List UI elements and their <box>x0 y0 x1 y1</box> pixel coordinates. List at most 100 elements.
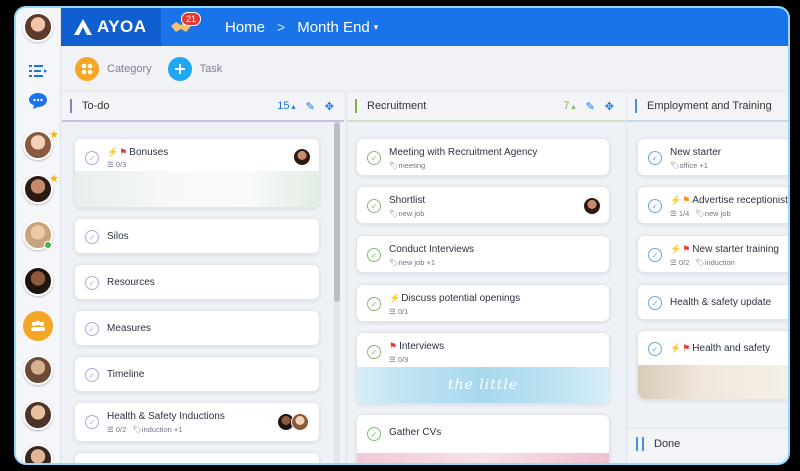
task-card[interactable]: ✓ Health & safety update <box>637 284 788 320</box>
flag-icon: ⚑ <box>682 343 691 353</box>
scrollbar-thumb[interactable] <box>334 122 340 302</box>
complete-checkbox[interactable]: ✓ <box>648 248 662 262</box>
task-card[interactable]: ✓ ⚡⚑ Advertise receptionist ☰ 1/4 🏷 new job <box>637 186 788 224</box>
contact-avatar[interactable] <box>23 266 53 296</box>
breadcrumb-board[interactable]: Month End <box>297 19 370 36</box>
task-card[interactable] <box>74 452 320 463</box>
task-card[interactable]: ✓ ⚡⚑ New starter training ☰ 0/2 🏷 induction <box>637 235 788 273</box>
list-view-icon[interactable] <box>23 56 53 86</box>
edit-icon[interactable]: ✎ <box>586 100 595 113</box>
sort-caret-icon[interactable]: ▴ <box>292 102 296 111</box>
checklist-count: 0/3 <box>115 160 127 169</box>
task-card[interactable]: ✓ ⚑ Interviews ☰ 0/3 the little <box>356 332 610 404</box>
task-card[interactable]: ✓ Gather CVs <box>356 414 610 463</box>
column-header: Recruitment 7 ▴ ✎ ✥ <box>347 92 626 122</box>
complete-checkbox[interactable]: ✓ <box>367 199 381 213</box>
app-window: ★ ★ AYOA 21 Home > Month End ▾ Category … <box>14 6 790 465</box>
task-card[interactable]: ✓ ⚡⚑ Bonuses ☰ 0/3 <box>74 138 320 208</box>
card-tag: new job <box>398 209 425 218</box>
complete-checkbox[interactable]: ✓ <box>648 296 662 310</box>
complete-checkbox[interactable]: ✓ <box>367 151 381 165</box>
lightning-icon: ⚡ <box>670 195 682 205</box>
card-title: Shortlist <box>389 195 426 206</box>
column-title[interactable]: Recruitment <box>367 100 563 112</box>
tag-icon: 🏷 <box>389 209 399 218</box>
tag-icon: 🏷 <box>670 161 680 170</box>
checklist-icon: ☰ <box>107 425 116 434</box>
complete-checkbox[interactable]: ✓ <box>85 230 99 244</box>
checklist-icon: ☰ <box>670 209 679 218</box>
user-avatar[interactable] <box>23 12 53 42</box>
ayoa-logo[interactable]: AYOA <box>61 8 161 46</box>
contact-avatar[interactable]: ★ <box>23 129 59 160</box>
assignee-avatar[interactable] <box>583 197 601 215</box>
complete-checkbox[interactable]: ✓ <box>85 151 99 165</box>
task-card[interactable]: ✓ Timeline <box>74 356 320 392</box>
card-tag: induction <box>141 425 172 434</box>
breadcrumb-home[interactable]: Home <box>225 19 265 36</box>
lightning-icon: ⚡ <box>670 244 682 254</box>
card-tag: induction <box>704 258 735 267</box>
task-card[interactable]: ✓ Silos <box>74 218 320 254</box>
column-header: To-do 15 ▴ ✎ ✥ <box>62 92 344 122</box>
edit-icon[interactable]: ✎ <box>306 100 315 113</box>
task-card[interactable]: ✓ Measures <box>74 310 320 346</box>
card-title: Advertise receptionist <box>692 195 788 206</box>
flag-icon: ⚑ <box>682 244 691 254</box>
checklist-icon: ☰ <box>389 307 398 316</box>
task-card[interactable]: ✓ Shortlist 🏷 new job <box>356 186 610 224</box>
tag-icon: 🏷 <box>389 161 399 170</box>
task-card[interactable]: ✓ Meeting with Recruitment Agency 🏷 meeti… <box>356 138 610 176</box>
toolbar: Category Task <box>61 46 788 92</box>
assignee-avatar[interactable] <box>291 413 309 431</box>
complete-checkbox[interactable]: ✓ <box>648 199 662 213</box>
task-card[interactable]: ✓ Resources <box>74 264 320 300</box>
contact-avatar[interactable] <box>23 400 53 430</box>
contact-avatar[interactable] <box>23 444 53 463</box>
complete-checkbox[interactable]: ✓ <box>648 342 662 356</box>
task-card[interactable]: ✓ New starter 🏷 office +1 <box>637 138 788 176</box>
done-section[interactable]: Done <box>628 428 788 458</box>
complete-checkbox[interactable]: ✓ <box>367 427 381 441</box>
complete-checkbox[interactable]: ✓ <box>367 345 381 359</box>
card-title: Timeline <box>107 369 145 380</box>
task-card[interactable]: ✓ Conduct Interviews 🏷 new job +1 <box>356 235 610 273</box>
column-title[interactable]: Employment and Training <box>647 100 788 112</box>
contact-avatar[interactable] <box>23 220 53 250</box>
board-dropdown-caret[interactable]: ▾ <box>374 22 379 33</box>
card-title: Meeting with Recruitment Agency <box>389 147 538 158</box>
checklist-count: 0/2 <box>115 425 127 434</box>
assignee-avatar[interactable] <box>293 148 311 166</box>
lightning-icon: ⚡ <box>389 293 401 303</box>
complete-checkbox[interactable]: ✓ <box>367 297 381 311</box>
task-card[interactable]: ✓ ⚡Discuss potential openings ☰ 0/1 <box>356 284 610 322</box>
task-card[interactable]: ✓ Health & Safety Inductions ☰ 0/2 🏷 induc… <box>74 402 320 442</box>
column-scrollbar[interactable] <box>334 122 340 463</box>
category-button[interactable]: Category <box>75 56 152 81</box>
card-title: Interviews <box>399 341 445 352</box>
extra-tags-count: +1 <box>173 425 183 434</box>
move-icon[interactable]: ✥ <box>325 100 334 113</box>
complete-checkbox[interactable]: ✓ <box>85 415 99 429</box>
card-title: Gather CVs <box>389 427 442 438</box>
contact-avatar[interactable]: ★ <box>23 173 59 204</box>
ayoa-logo-icon <box>74 19 92 35</box>
contact-avatar[interactable] <box>23 355 53 385</box>
card-tag: new job <box>704 209 731 218</box>
checklist-icon: ☰ <box>389 355 398 364</box>
task-card[interactable]: ✓ ⚡⚑ Health and safety <box>637 330 788 400</box>
complete-checkbox[interactable]: ✓ <box>367 248 381 262</box>
complete-checkbox[interactable]: ✓ <box>85 322 99 336</box>
flag-icon: ⚑ <box>682 195 691 205</box>
complete-checkbox[interactable]: ✓ <box>648 151 662 165</box>
column-title[interactable]: To-do <box>82 100 277 112</box>
complete-checkbox[interactable]: ✓ <box>85 276 99 290</box>
team-group-icon[interactable] <box>23 311 53 341</box>
notifications-button[interactable]: 21 <box>161 8 201 46</box>
sort-caret-icon[interactable]: ▴ <box>572 102 576 111</box>
cover-image-text: the little <box>447 377 519 393</box>
move-icon[interactable]: ✥ <box>605 100 614 113</box>
chat-icon[interactable] <box>23 86 53 116</box>
add-task-button[interactable]: Task <box>167 56 222 81</box>
complete-checkbox[interactable]: ✓ <box>85 368 99 382</box>
